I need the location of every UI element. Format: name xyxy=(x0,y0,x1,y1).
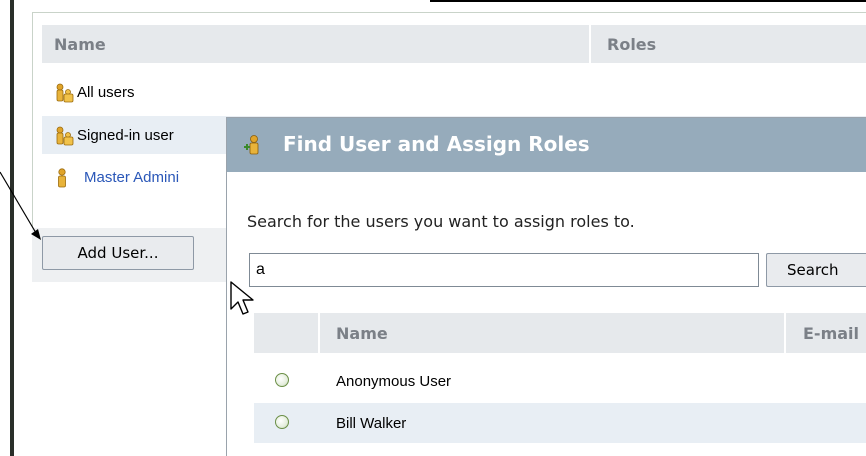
dialog-title: Find User and Assign Roles xyxy=(283,132,590,156)
result-row-bill-walker[interactable]: Bill Walker xyxy=(254,403,866,443)
callout-arrow xyxy=(0,171,41,240)
users-column-roles: Roles xyxy=(607,35,657,54)
result-name: Bill Walker xyxy=(336,415,407,432)
search-button[interactable]: Search xyxy=(766,253,866,287)
group-users-icon xyxy=(56,126,74,146)
select-radio[interactable] xyxy=(275,415,289,429)
users-column-name: Name xyxy=(54,35,106,54)
dialog-title-bar[interactable]: Find User and Assign Roles xyxy=(227,118,866,172)
dialog-instructions: Search for the users you want to assign … xyxy=(247,212,635,231)
results-table-header: Name E-mail xyxy=(254,313,866,353)
result-name: Anonymous User xyxy=(336,373,452,390)
user-row-label: Signed-in user xyxy=(77,127,174,144)
users-table-header: Name Roles xyxy=(42,25,866,63)
assign-user-icon xyxy=(244,135,259,155)
mouse-pointer-icon xyxy=(230,281,254,315)
find-user-dialog: Find User and Assign Roles Search for th… xyxy=(226,117,866,456)
user-link-master-admin[interactable]: Master Admini xyxy=(84,169,179,186)
select-radio[interactable] xyxy=(275,373,289,387)
results-column-name: Name xyxy=(336,324,388,343)
top-border-line xyxy=(430,0,866,2)
group-users-icon xyxy=(56,83,74,103)
results-column-email: E-mail xyxy=(803,324,860,343)
user-row-label: All users xyxy=(77,84,135,101)
column-divider xyxy=(589,25,591,63)
column-divider xyxy=(784,313,786,353)
select-column-header xyxy=(254,313,320,353)
user-row-all-users[interactable]: All users xyxy=(42,73,866,111)
add-user-button[interactable]: Add User... xyxy=(42,236,194,270)
user-search-input[interactable] xyxy=(249,253,759,287)
result-row-anonymous-user[interactable]: Anonymous User xyxy=(254,361,866,401)
